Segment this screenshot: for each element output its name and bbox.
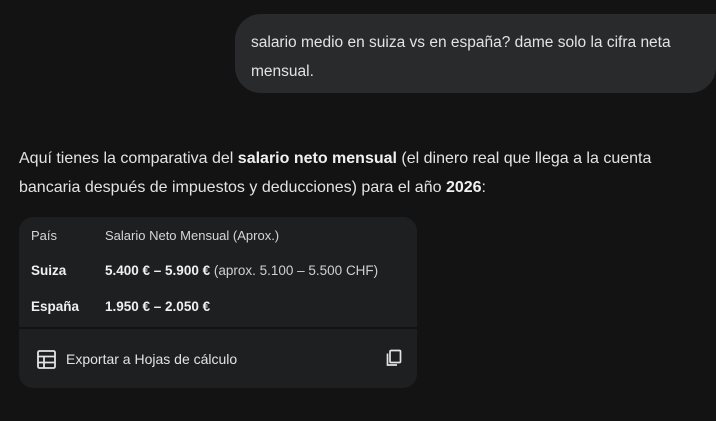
response-text: Aquí tienes la comparativa del salario n… [19,144,699,202]
table-row: España 1.950 € – 2.050 € [19,297,417,317]
row-salary: 1.950 € – 2.050 € [105,297,210,317]
user-message-text: salario medio en suiza vs en españa? dam… [251,34,671,80]
table-row: Suiza 5.400 € – 5.900 € (aprox. 5.100 – … [19,261,417,281]
row-salary-value: 1.950 € – 2.050 € [105,299,211,314]
row-salary-value: 5.400 € – 5.900 € [105,263,211,278]
row-country: España [31,299,80,314]
export-to-sheets-button[interactable]: Exportar a Hojas de cálculo [37,348,237,370]
response-intro-1: Aquí tienes la comparativa del [19,150,238,167]
table-footer: Exportar a Hojas de cálculo [19,329,417,388]
copy-table-button[interactable] [385,349,403,367]
user-message-bubble: salario medio en suiza vs en españa? dam… [235,14,716,93]
salary-table: País Salario Neto Mensual (Aprox.) Suiza… [19,217,417,327]
row-salary-note: (aprox. 5.100 – 5.500 CHF) [210,263,379,278]
header-country: País [31,228,58,243]
response-bold-term: salario neto mensual [237,150,397,167]
header-salary: Salario Neto Mensual (Aprox.) [105,228,280,243]
row-salary: 5.400 € – 5.900 € (aprox. 5.100 – 5.500 … [105,261,378,281]
response-intro-3: : [481,179,486,196]
table-header-row: País Salario Neto Mensual (Aprox.) [19,226,417,246]
export-label: Exportar a Hojas de cálculo [66,351,238,367]
table-icon [37,349,56,369]
row-country: Suiza [31,263,67,278]
response-bold-year: 2026 [445,179,482,196]
chat-page: salario medio en suiza vs en españa? dam… [0,0,716,421]
copy-icon [385,349,403,371]
